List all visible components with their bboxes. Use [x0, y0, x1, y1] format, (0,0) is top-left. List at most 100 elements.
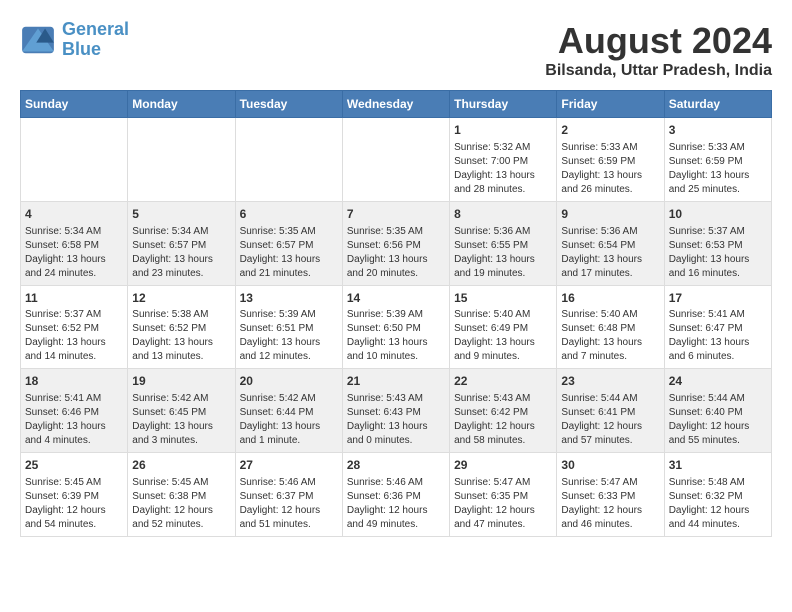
calendar-cell: 1Sunrise: 5:32 AM Sunset: 7:00 PM Daylig… — [450, 118, 557, 202]
day-number: 25 — [25, 457, 123, 474]
day-number: 26 — [132, 457, 230, 474]
day-number: 6 — [240, 206, 338, 223]
day-info: Sunrise: 5:47 AM Sunset: 6:33 PM Dayligh… — [561, 476, 659, 532]
calendar-cell: 11Sunrise: 5:37 AM Sunset: 6:52 PM Dayli… — [21, 285, 128, 369]
day-number: 12 — [132, 290, 230, 307]
calendar-cell: 24Sunrise: 5:44 AM Sunset: 6:40 PM Dayli… — [664, 369, 771, 453]
day-number: 7 — [347, 206, 445, 223]
calendar-week-row: 11Sunrise: 5:37 AM Sunset: 6:52 PM Dayli… — [21, 285, 772, 369]
day-info: Sunrise: 5:39 AM Sunset: 6:50 PM Dayligh… — [347, 308, 445, 364]
calendar-cell: 21Sunrise: 5:43 AM Sunset: 6:43 PM Dayli… — [342, 369, 449, 453]
logo-text: General Blue — [62, 20, 129, 60]
day-number: 9 — [561, 206, 659, 223]
day-info: Sunrise: 5:33 AM Sunset: 6:59 PM Dayligh… — [669, 141, 767, 197]
calendar-cell: 28 Sunrise: 5:46 AM Sunset: 6:36 PM Dayli… — [342, 453, 449, 537]
column-header-sunday: Sunday — [21, 91, 128, 118]
day-info: Sunrise: 5:40 AM Sunset: 6:49 PM Dayligh… — [454, 308, 552, 364]
day-info: Sunrise: 5:37 AM Sunset: 6:53 PM Dayligh… — [669, 225, 767, 281]
day-number: 30 — [561, 457, 659, 474]
calendar-cell — [342, 118, 449, 202]
calendar-cell: 23Sunrise: 5:44 AM Sunset: 6:41 PM Dayli… — [557, 369, 664, 453]
day-info: Sunrise: 5:35 AM Sunset: 6:57 PM Dayligh… — [240, 225, 338, 281]
day-number: 18 — [25, 373, 123, 390]
day-info: Sunrise: 5:44 AM Sunset: 6:41 PM Dayligh… — [561, 392, 659, 448]
logo-icon — [20, 25, 56, 55]
calendar-cell: 18 Sunrise: 5:41 AM Sunset: 6:46 PM Dayli… — [21, 369, 128, 453]
calendar-cell: 17Sunrise: 5:41 AM Sunset: 6:47 PM Dayli… — [664, 285, 771, 369]
logo: General Blue — [20, 20, 129, 60]
day-info: Sunrise: 5:48 AM Sunset: 6:32 PM Dayligh… — [669, 476, 767, 532]
calendar-cell: 27 Sunrise: 5:46 AM Sunset: 6:37 PM Dayli… — [235, 453, 342, 537]
day-info: Sunrise: 5:41 AM Sunset: 6:46 PM Dayligh… — [25, 392, 123, 448]
day-number: 19 — [132, 373, 230, 390]
day-info: Sunrise: 5:42 AM Sunset: 6:44 PM Dayligh… — [240, 392, 338, 448]
header: General Blue August 2024 Bilsanda, Uttar… — [20, 20, 772, 80]
calendar-week-row: 1Sunrise: 5:32 AM Sunset: 7:00 PM Daylig… — [21, 118, 772, 202]
calendar-cell: 8 Sunrise: 5:36 AM Sunset: 6:55 PM Daylig… — [450, 201, 557, 285]
day-info: Sunrise: 5:33 AM Sunset: 6:59 PM Dayligh… — [561, 141, 659, 197]
calendar-cell: 13Sunrise: 5:39 AM Sunset: 6:51 PM Dayli… — [235, 285, 342, 369]
day-info: Sunrise: 5:45 AM Sunset: 6:39 PM Dayligh… — [25, 476, 123, 532]
column-header-tuesday: Tuesday — [235, 91, 342, 118]
day-info: Sunrise: 5:46 AM Sunset: 6:36 PM Dayligh… — [347, 476, 445, 532]
day-number: 5 — [132, 206, 230, 223]
calendar-cell: 31 Sunrise: 5:48 AM Sunset: 6:32 PM Dayli… — [664, 453, 771, 537]
day-info: Sunrise: 5:34 AM Sunset: 6:57 PM Dayligh… — [132, 225, 230, 281]
day-info: Sunrise: 5:42 AM Sunset: 6:45 PM Dayligh… — [132, 392, 230, 448]
column-header-wednesday: Wednesday — [342, 91, 449, 118]
calendar-week-row: 18 Sunrise: 5:41 AM Sunset: 6:46 PM Dayli… — [21, 369, 772, 453]
day-number: 16 — [561, 290, 659, 307]
day-info: Sunrise: 5:47 AM Sunset: 6:35 PM Dayligh… — [454, 476, 552, 532]
calendar-cell: 7 Sunrise: 5:35 AM Sunset: 6:56 PM Daylig… — [342, 201, 449, 285]
calendar-cell: 2 Sunrise: 5:33 AM Sunset: 6:59 PM Daylig… — [557, 118, 664, 202]
subtitle: Bilsanda, Uttar Pradesh, India — [545, 62, 772, 80]
calendar-cell: 10 Sunrise: 5:37 AM Sunset: 6:53 PM Dayli… — [664, 201, 771, 285]
calendar-table: SundayMondayTuesdayWednesdayThursdayFrid… — [20, 90, 772, 537]
calendar-cell: 12Sunrise: 5:38 AM Sunset: 6:52 PM Dayli… — [128, 285, 235, 369]
day-number: 15 — [454, 290, 552, 307]
calendar-cell — [235, 118, 342, 202]
calendar-week-row: 4Sunrise: 5:34 AM Sunset: 6:58 PM Daylig… — [21, 201, 772, 285]
day-info: Sunrise: 5:35 AM Sunset: 6:56 PM Dayligh… — [347, 225, 445, 281]
day-info: Sunrise: 5:43 AM Sunset: 6:42 PM Dayligh… — [454, 392, 552, 448]
column-header-thursday: Thursday — [450, 91, 557, 118]
day-number: 10 — [669, 206, 767, 223]
calendar-cell: 26 Sunrise: 5:45 AM Sunset: 6:38 PM Dayli… — [128, 453, 235, 537]
calendar-cell: 3 Sunrise: 5:33 AM Sunset: 6:59 PM Daylig… — [664, 118, 771, 202]
day-number: 13 — [240, 290, 338, 307]
day-info: Sunrise: 5:36 AM Sunset: 6:55 PM Dayligh… — [454, 225, 552, 281]
calendar-cell: 19 Sunrise: 5:42 AM Sunset: 6:45 PM Dayli… — [128, 369, 235, 453]
calendar-cell: 14Sunrise: 5:39 AM Sunset: 6:50 PM Dayli… — [342, 285, 449, 369]
day-number: 21 — [347, 373, 445, 390]
day-number: 31 — [669, 457, 767, 474]
day-number: 27 — [240, 457, 338, 474]
day-info: Sunrise: 5:41 AM Sunset: 6:47 PM Dayligh… — [669, 308, 767, 364]
day-info: Sunrise: 5:46 AM Sunset: 6:37 PM Dayligh… — [240, 476, 338, 532]
column-header-saturday: Saturday — [664, 91, 771, 118]
calendar-cell: 15Sunrise: 5:40 AM Sunset: 6:49 PM Dayli… — [450, 285, 557, 369]
title-area: August 2024 Bilsanda, Uttar Pradesh, Ind… — [545, 20, 772, 80]
column-header-friday: Friday — [557, 91, 664, 118]
calendar-cell: 9 Sunrise: 5:36 AM Sunset: 6:54 PM Daylig… — [557, 201, 664, 285]
day-number: 24 — [669, 373, 767, 390]
day-number: 2 — [561, 122, 659, 139]
calendar-cell — [21, 118, 128, 202]
main-title: August 2024 — [545, 20, 772, 62]
day-number: 4 — [25, 206, 123, 223]
day-info: Sunrise: 5:37 AM Sunset: 6:52 PM Dayligh… — [25, 308, 123, 364]
calendar-cell: 25 Sunrise: 5:45 AM Sunset: 6:39 PM Dayli… — [21, 453, 128, 537]
calendar-cell: 5 Sunrise: 5:34 AM Sunset: 6:57 PM Daylig… — [128, 201, 235, 285]
day-info: Sunrise: 5:38 AM Sunset: 6:52 PM Dayligh… — [132, 308, 230, 364]
day-info: Sunrise: 5:36 AM Sunset: 6:54 PM Dayligh… — [561, 225, 659, 281]
day-number: 28 — [347, 457, 445, 474]
column-header-monday: Monday — [128, 91, 235, 118]
day-number: 29 — [454, 457, 552, 474]
day-number: 20 — [240, 373, 338, 390]
day-number: 22 — [454, 373, 552, 390]
calendar-cell: 29 Sunrise: 5:47 AM Sunset: 6:35 PM Dayli… — [450, 453, 557, 537]
day-info: Sunrise: 5:45 AM Sunset: 6:38 PM Dayligh… — [132, 476, 230, 532]
day-number: 8 — [454, 206, 552, 223]
calendar-cell: 22 Sunrise: 5:43 AM Sunset: 6:42 PM Dayli… — [450, 369, 557, 453]
day-number: 17 — [669, 290, 767, 307]
day-number: 3 — [669, 122, 767, 139]
